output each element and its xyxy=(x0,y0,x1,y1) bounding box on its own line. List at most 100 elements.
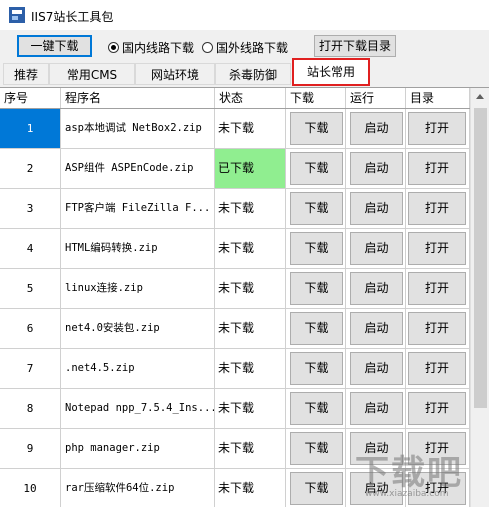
download-status: 未下载 xyxy=(215,229,286,268)
app-icon xyxy=(9,7,25,23)
header-download[interactable]: 下载 xyxy=(286,88,346,108)
download-button[interactable]: 下载 xyxy=(290,312,343,345)
scroll-up-icon[interactable] xyxy=(476,94,484,99)
open-dir-button[interactable]: 打开 xyxy=(408,192,466,225)
table-row[interactable]: 8 Notepad npp_7.5.4_Ins... 未下载 下载 启动 打开 xyxy=(0,389,470,429)
row-number: 5 xyxy=(0,269,61,308)
download-button[interactable]: 下载 xyxy=(290,392,343,425)
one-key-download-button[interactable]: 一键下载 xyxy=(17,35,92,57)
program-name: Notepad npp_7.5.4_Ins... xyxy=(61,389,215,428)
program-table: 序号 程序名 状态 下载 运行 目录 1 asp本地调试 NetBox2.zip 未… xyxy=(0,87,489,507)
tab-common-cms[interactable]: 常用CMS xyxy=(49,63,135,85)
dir-cell: 打开 xyxy=(406,389,470,428)
download-status: 未下载 xyxy=(215,389,286,428)
run-button[interactable]: 启动 xyxy=(350,392,403,425)
open-dir-button[interactable]: 打开 xyxy=(408,152,466,185)
run-button[interactable]: 启动 xyxy=(350,112,403,145)
dir-cell: 打开 xyxy=(406,309,470,348)
run-button[interactable]: 启动 xyxy=(350,152,403,185)
program-name: asp本地调试 NetBox2.zip xyxy=(61,109,215,148)
tab-antivirus[interactable]: 杀毒防御 xyxy=(215,63,291,85)
row-number: 2 xyxy=(0,149,61,188)
row-number: 10 xyxy=(0,469,61,507)
table-row[interactable]: 3 FTP客户端 FileZilla F... 未下载 下载 启动 打开 xyxy=(0,189,470,229)
download-button[interactable]: 下载 xyxy=(290,472,343,505)
window-title: IIS7站长工具包 xyxy=(31,10,114,24)
download-button[interactable]: 下载 xyxy=(290,192,343,225)
run-button[interactable]: 启动 xyxy=(350,192,403,225)
run-cell: 启动 xyxy=(346,309,406,348)
download-button[interactable]: 下载 xyxy=(290,432,343,465)
run-button[interactable]: 启动 xyxy=(350,352,403,385)
program-name: HTML编码转换.zip xyxy=(61,229,215,268)
open-dir-button[interactable]: 打开 xyxy=(408,312,466,345)
download-status: 未下载 xyxy=(215,429,286,468)
download-button[interactable]: 下载 xyxy=(290,232,343,265)
open-dir-button[interactable]: 打开 xyxy=(408,232,466,265)
download-cell: 下载 xyxy=(286,309,346,348)
open-download-dir-button[interactable]: 打开下载目录 xyxy=(314,35,396,57)
header-run[interactable]: 运行 xyxy=(346,88,406,108)
download-status: 未下载 xyxy=(215,349,286,388)
program-name: rar压缩软件64位.zip xyxy=(61,469,215,507)
download-button[interactable]: 下载 xyxy=(290,152,343,185)
download-status: 未下载 xyxy=(215,109,286,148)
run-button[interactable]: 启动 xyxy=(350,312,403,345)
radio-domestic-route[interactable]: 国内线路下载 xyxy=(108,40,194,55)
run-cell: 启动 xyxy=(346,269,406,308)
run-button[interactable]: 启动 xyxy=(350,232,403,265)
download-status: 未下载 xyxy=(215,469,286,507)
run-cell: 启动 xyxy=(346,189,406,228)
dir-cell: 打开 xyxy=(406,349,470,388)
row-number: 8 xyxy=(0,389,61,428)
table-row[interactable]: 1 asp本地调试 NetBox2.zip 未下载 下载 启动 打开 xyxy=(0,109,470,149)
download-status: 未下载 xyxy=(215,269,286,308)
run-cell: 启动 xyxy=(346,389,406,428)
row-number: 3 xyxy=(0,189,61,228)
watermark-text: 下载吧 xyxy=(355,453,463,493)
table-row[interactable]: 4 HTML编码转换.zip 未下载 下载 启动 打开 xyxy=(0,229,470,269)
run-button[interactable]: 启动 xyxy=(350,272,403,305)
program-name: net4.0安装包.zip xyxy=(61,309,215,348)
program-name: linux连接.zip xyxy=(61,269,215,308)
open-dir-button[interactable]: 打开 xyxy=(408,112,466,145)
scrollbar-thumb[interactable] xyxy=(474,108,487,408)
header-name[interactable]: 程序名 xyxy=(61,88,215,108)
download-cell: 下载 xyxy=(286,229,346,268)
download-cell: 下载 xyxy=(286,469,346,507)
radio-selected-icon xyxy=(108,41,119,53)
download-button[interactable]: 下载 xyxy=(290,272,343,305)
tab-recommend[interactable]: 推荐 xyxy=(3,63,49,85)
dir-cell: 打开 xyxy=(406,229,470,268)
table-row[interactable]: 6 net4.0安装包.zip 未下载 下载 启动 打开 xyxy=(0,309,470,349)
tab-web-environment[interactable]: 网站环境 xyxy=(135,63,215,85)
open-dir-button[interactable]: 打开 xyxy=(408,352,466,385)
download-status: 已下载 xyxy=(215,149,286,188)
open-dir-button[interactable]: 打开 xyxy=(408,392,466,425)
table-header: 序号 程序名 状态 下载 运行 目录 xyxy=(0,88,470,109)
open-dir-button[interactable]: 打开 xyxy=(408,272,466,305)
download-cell: 下载 xyxy=(286,349,346,388)
program-name: ASP组件 ASPEnCode.zip xyxy=(61,149,215,188)
watermark-url: www.xiazaiba.com xyxy=(365,489,449,499)
download-cell: 下载 xyxy=(286,269,346,308)
download-cell: 下载 xyxy=(286,429,346,468)
table-row[interactable]: 2 ASP组件 ASPEnCode.zip 已下载 下载 启动 打开 xyxy=(0,149,470,189)
header-no[interactable]: 序号 xyxy=(0,88,61,108)
program-name: php manager.zip xyxy=(61,429,215,468)
run-cell: 启动 xyxy=(346,149,406,188)
program-name: .net4.5.zip xyxy=(61,349,215,388)
download-cell: 下载 xyxy=(286,149,346,188)
table-row[interactable]: 5 linux连接.zip 未下载 下载 启动 打开 xyxy=(0,269,470,309)
row-number: 6 xyxy=(0,309,61,348)
header-status[interactable]: 状态 xyxy=(215,88,286,108)
row-number: 9 xyxy=(0,429,61,468)
radio-foreign-route[interactable]: 国外线路下载 xyxy=(202,40,288,55)
header-dir[interactable]: 目录 xyxy=(406,88,470,108)
download-button[interactable]: 下载 xyxy=(290,112,343,145)
title-bar: IIS7站长工具包 xyxy=(0,0,489,30)
download-button[interactable]: 下载 xyxy=(290,352,343,385)
run-cell: 启动 xyxy=(346,349,406,388)
tab-webmaster-common[interactable]: 站长常用 xyxy=(292,58,370,86)
table-row[interactable]: 7 .net4.5.zip 未下载 下载 启动 打开 xyxy=(0,349,470,389)
